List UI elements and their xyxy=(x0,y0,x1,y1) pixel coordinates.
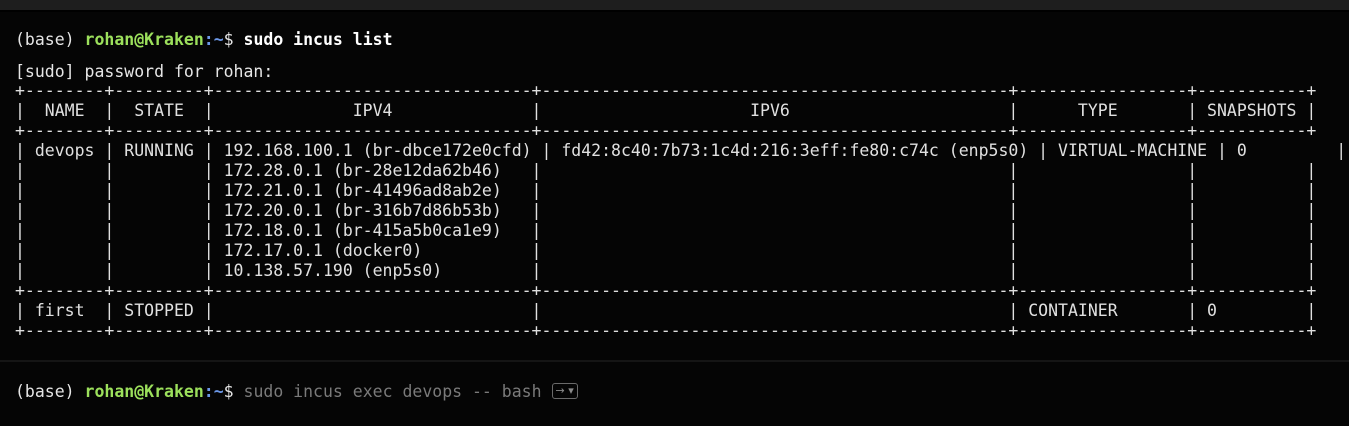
table-row-continuation: | | | 172.18.0.1 (br-415a5b0ca1e9) | | |… xyxy=(15,221,1317,240)
command-prompt-line: (base) rohan@Kraken:~$ sudo incus list xyxy=(15,30,393,50)
table-row-continuation: | | | 172.17.0.1 (docker0) | | | | xyxy=(15,241,1317,260)
conda-env-label: (base) xyxy=(15,30,85,49)
executed-command: sudo incus list xyxy=(243,30,393,49)
accept-suggestion-hint[interactable]: → ▾ xyxy=(551,382,578,399)
window-top-bar xyxy=(0,0,1349,10)
terminal-input-area[interactable]: (base) rohan@Kraken:~$ sudo incus exec d… xyxy=(0,362,1349,426)
table-row-continuation: | | | 172.21.0.1 (br-41496ad8ab2e) | | |… xyxy=(15,181,1317,200)
sudo-password-prompt: [sudo] password for rohan: xyxy=(15,62,274,81)
prompt-symbol: $ xyxy=(223,382,244,401)
prompt-colon: : xyxy=(203,382,214,401)
table-header-border: +--------+---------+--------------------… xyxy=(15,121,1317,140)
user-host: rohan@Kraken xyxy=(84,30,204,49)
table-row-continuation: | | | 172.28.0.1 (br-28e12da62b46) | | |… xyxy=(15,161,1317,180)
autosuggestion-text[interactable]: sudo incus exec devops -- bash xyxy=(244,382,542,401)
table-border-bottom: +--------+---------+--------------------… xyxy=(15,321,1317,340)
input-prompt-line[interactable]: (base) rohan@Kraken:~$ sudo incus exec d… xyxy=(15,382,578,402)
table-row-first: | first | STOPPED | | | CONTAINER | 0 | xyxy=(15,301,1317,320)
conda-env-label: (base) xyxy=(15,382,85,401)
table-row-border: +--------+---------+--------------------… xyxy=(15,281,1317,300)
command-output-block: (base) rohan@Kraken:~$ sudo incus list [… xyxy=(0,12,1349,360)
table-row-continuation: | | | 172.20.0.1 (br-316b7d86b53b) | | |… xyxy=(15,201,1317,220)
table-header-row: | NAME | STATE | IPV4 | IPV6 | TYPE | SN… xyxy=(15,101,1317,120)
working-directory: ~ xyxy=(213,382,224,401)
table-row-devops: | devops | RUNNING | 192.168.100.1 (br-d… xyxy=(15,141,1347,160)
user-host: rohan@Kraken xyxy=(84,382,204,401)
table-border-top: +--------+---------+--------------------… xyxy=(15,81,1317,100)
table-row-continuation: | | | 10.138.57.190 (enp5s0) | | | | xyxy=(15,261,1317,280)
prompt-symbol: $ xyxy=(223,30,244,49)
prompt-colon: : xyxy=(203,30,214,49)
working-directory: ~ xyxy=(213,30,224,49)
